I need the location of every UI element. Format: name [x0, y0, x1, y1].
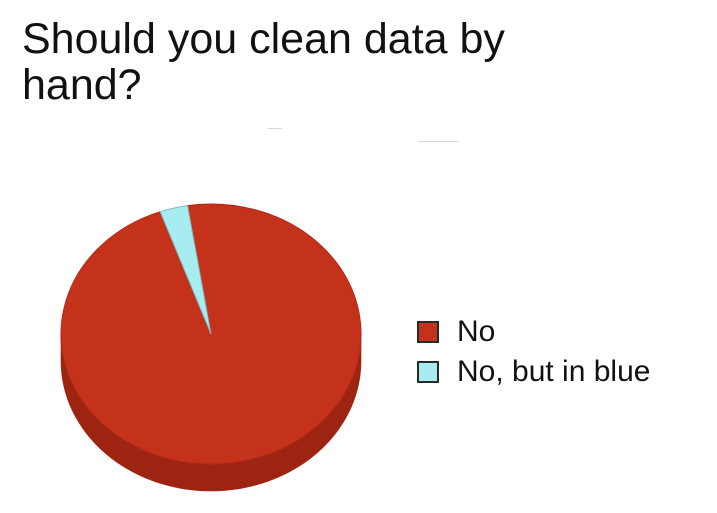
- pie-top-face: [60, 203, 362, 465]
- legend-item-no-but-in-blue: No, but in blue: [417, 352, 650, 392]
- legend-item-no: No: [417, 312, 650, 352]
- legend-swatch-no: [417, 321, 439, 343]
- legend: No No, but in blue: [417, 312, 650, 392]
- legend-label-no: No: [457, 315, 496, 348]
- pie-chart: [60, 203, 362, 492]
- legend-swatch-no-but-in-blue: [417, 361, 439, 383]
- legend-label-no-but-in-blue: No, but in blue: [457, 355, 651, 388]
